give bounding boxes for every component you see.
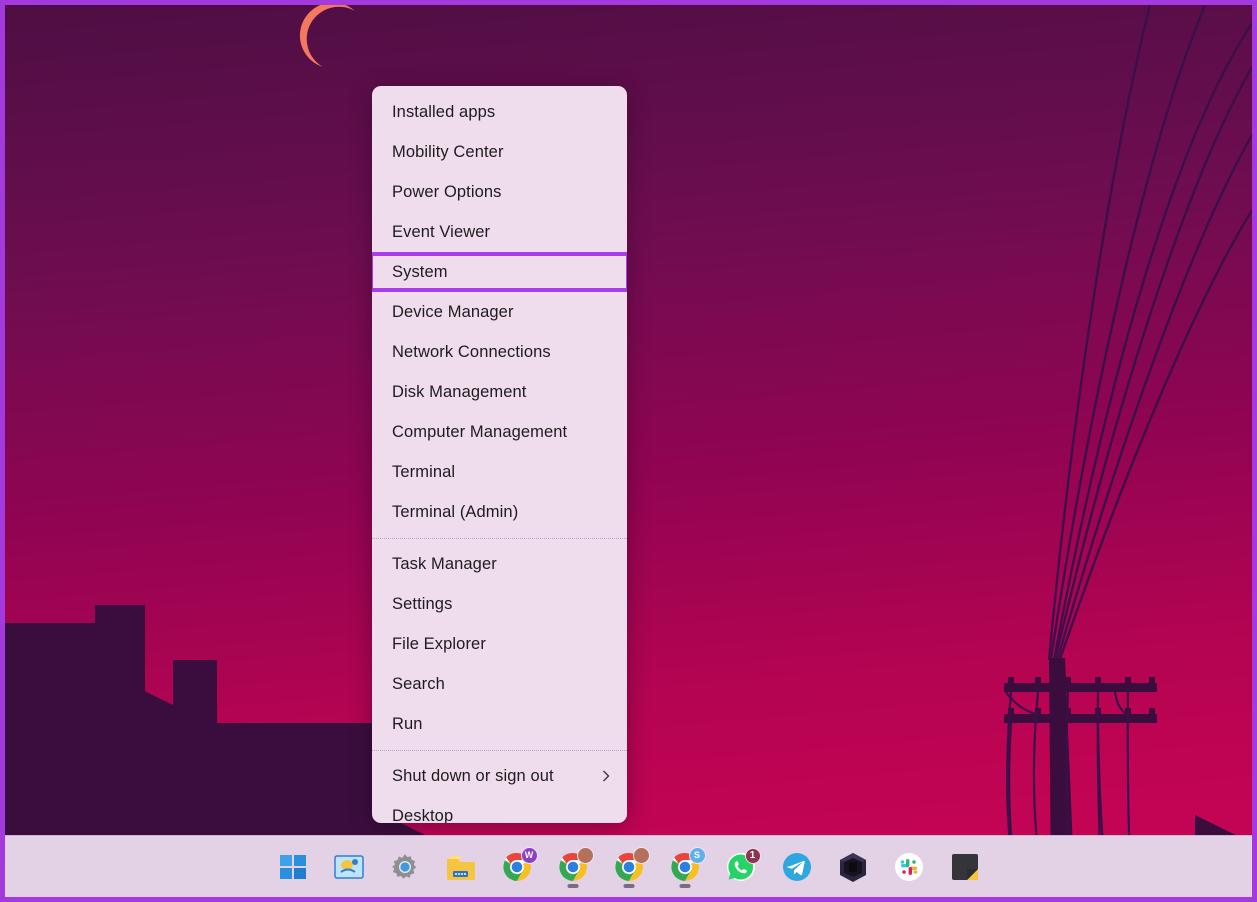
menu-item-terminal-admin[interactable]: Terminal (Admin) [372, 492, 627, 532]
taskbar-virtualbox-app[interactable] [831, 845, 875, 889]
chevron-right-icon [599, 769, 613, 783]
chrome-icon: W [501, 851, 533, 883]
notes-icon [949, 851, 981, 883]
win-x-context-menu[interactable]: Installed apps Mobility Center Power Optio… [372, 86, 627, 823]
menu-item-label: Computer Management [392, 423, 613, 442]
menu-item-event-viewer[interactable]: Event Viewer [372, 212, 627, 252]
menu-item-search[interactable]: Search [372, 664, 627, 704]
taskbar-telegram-app[interactable] [775, 845, 819, 889]
running-indicator [567, 884, 578, 888]
menu-item-label: Terminal [392, 463, 613, 482]
menu-item-label: System [392, 263, 613, 282]
menu-item-label: File Explorer [392, 635, 613, 654]
taskbar-task-view-button[interactable] [327, 845, 371, 889]
taskbar-chrome-profile-3[interactable] [607, 845, 651, 889]
menu-item-label: Task Manager [392, 555, 613, 574]
menu-item-settings[interactable]: Settings [372, 584, 627, 624]
taskbar-settings-app[interactable] [383, 845, 427, 889]
running-indicator [623, 884, 634, 888]
menu-item-power-options[interactable]: Power Options [372, 172, 627, 212]
menu-item-label: Network Connections [392, 343, 613, 362]
wallpaper [5, 5, 1252, 835]
menu-item-label: Installed apps [392, 103, 613, 122]
taskbar-chrome-profile-w[interactable]: W [495, 845, 539, 889]
slack-icon [893, 851, 925, 883]
taskbar-chrome-profile-2[interactable] [551, 845, 595, 889]
taskbar-start-button[interactable] [271, 845, 315, 889]
menu-item-desktop[interactable]: Desktop [372, 796, 627, 823]
windows-logo-icon [277, 851, 309, 883]
menu-item-label: Mobility Center [392, 143, 613, 162]
screen-frame: Installed apps Mobility Center Power Optio… [0, 0, 1257, 902]
menu-item-label: Event Viewer [392, 223, 613, 242]
menu-item-file-explorer[interactable]: File Explorer [372, 624, 627, 664]
whatsapp-icon: 1 [725, 851, 757, 883]
chrome-icon [613, 851, 645, 883]
menu-item-label: Disk Management [392, 383, 613, 402]
taskbar-notes-app[interactable] [943, 845, 987, 889]
menu-item-label: Desktop [392, 807, 613, 824]
menu-item-label: Run [392, 715, 613, 734]
menu-item-label: Shut down or sign out [392, 767, 599, 786]
running-indicator [679, 884, 690, 888]
taskbar-whatsapp-app[interactable]: 1 [719, 845, 763, 889]
taskbar-file-explorer-app[interactable] [439, 845, 483, 889]
taskbar-icon-tray: WS1 [271, 845, 987, 889]
menu-item-system[interactable]: System [372, 252, 627, 292]
menu-item-label: Search [392, 675, 613, 694]
taskbar[interactable]: WS1 [5, 835, 1252, 897]
menu-item-mobility-center[interactable]: Mobility Center [372, 132, 627, 172]
menu-separator [372, 538, 627, 539]
gear-icon [389, 851, 421, 883]
telegram-icon [781, 851, 813, 883]
menu-item-run[interactable]: Run [372, 704, 627, 744]
taskbar-chrome-profile-4[interactable]: S [663, 845, 707, 889]
menu-item-terminal[interactable]: Terminal [372, 452, 627, 492]
folder-icon [445, 851, 477, 883]
chrome-icon [557, 851, 589, 883]
menu-item-disk-management[interactable]: Disk Management [372, 372, 627, 412]
taskbar-slack-app[interactable] [887, 845, 931, 889]
desktop[interactable]: Installed apps Mobility Center Power Optio… [5, 5, 1252, 897]
menu-item-computer-management[interactable]: Computer Management [372, 412, 627, 452]
menu-item-task-manager[interactable]: Task Manager [372, 544, 627, 584]
notification-badge: 1 [745, 848, 761, 864]
menu-separator [372, 750, 627, 751]
task-view-icon [333, 851, 365, 883]
menu-item-shut-down-or-sign-out[interactable]: Shut down or sign out [372, 756, 627, 796]
menu-item-label: Device Manager [392, 303, 613, 322]
menu-item-label: Terminal (Admin) [392, 503, 613, 522]
menu-item-installed-apps[interactable]: Installed apps [372, 92, 627, 132]
menu-item-label: Settings [392, 595, 613, 614]
menu-item-device-manager[interactable]: Device Manager [372, 292, 627, 332]
virtualbox-icon [837, 851, 869, 883]
menu-item-network-connections[interactable]: Network Connections [372, 332, 627, 372]
menu-item-label: Power Options [392, 183, 613, 202]
chrome-icon: S [669, 851, 701, 883]
